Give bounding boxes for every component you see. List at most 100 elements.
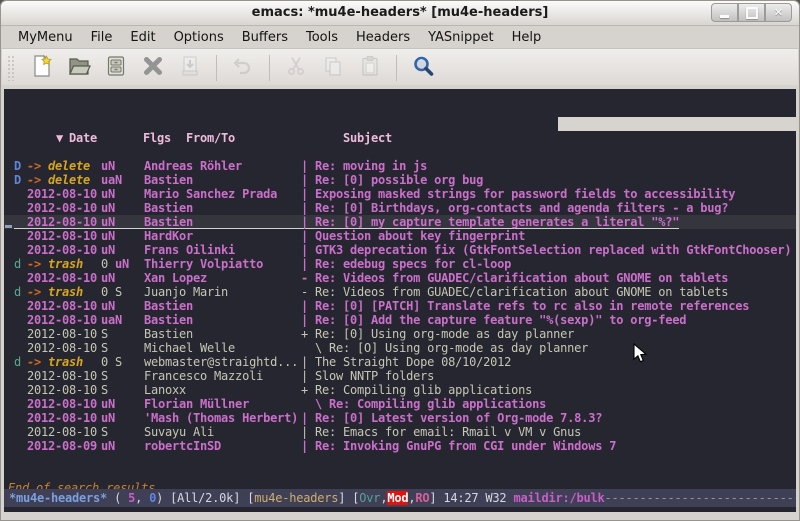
flags-value: uN <box>101 243 115 257</box>
from-column: Xan Lopez <box>144 271 301 285</box>
undo-button <box>230 55 256 81</box>
date-column: 2012-08-10 <box>27 383 101 397</box>
message-row[interactable]: D-> deleteuaNBastien| Re: [0] possible o… <box>4 173 796 187</box>
window-controls: ✕ <box>711 3 792 22</box>
message-row[interactable]: 2012-08-10SSuvayu Ali| Re: Emacs for ema… <box>4 425 796 439</box>
date-column: 2012-08-10 <box>27 229 101 243</box>
action-name: trash <box>48 257 83 271</box>
message-row-text: 2012-08-10uNBastien| Re: [0] [PATCH] Tra… <box>14 299 749 313</box>
subject-column: - Re: Videos from GUADEC/clarification a… <box>301 285 728 299</box>
message-row[interactable]: 2012-08-10uNMario Sanchez Prada| Exposin… <box>4 187 796 201</box>
message-row[interactable]: 2012-08-10uNHardKor| Question about key … <box>4 229 796 243</box>
close-button[interactable]: ✕ <box>765 3 792 22</box>
date-column: 2012-08-10 <box>27 397 101 411</box>
close-button[interactable] <box>140 55 166 81</box>
flags-value: uN <box>101 215 115 229</box>
message-row[interactable]: 2012-08-10SLanoxx+ Re: Compiling glib ap… <box>4 383 796 397</box>
message-row[interactable]: d-> trash0 SJuanjo Marin- Re: Videos fro… <box>4 285 796 299</box>
undo-icon <box>231 54 255 82</box>
menu-item-edit[interactable]: Edit <box>121 28 164 47</box>
message-row-text: 2012-08-10uNBastien| Re: [0] Birthdays, … <box>14 201 728 215</box>
column-header-subject[interactable]: Subject <box>343 131 392 145</box>
message-row[interactable]: d-> trash0 Swebmaster@straightd...| The … <box>4 355 796 369</box>
mark-flag: d <box>14 285 27 299</box>
flags-value: uN <box>101 411 115 425</box>
from-column: Francesco Mazzoli <box>144 369 301 383</box>
action-name: trash <box>48 285 83 299</box>
flags-column: 0 S <box>101 355 144 369</box>
menu-item-tools[interactable]: Tools <box>297 28 347 47</box>
toolbar-separator <box>269 55 270 81</box>
date-column: -> delete <box>27 159 101 173</box>
subject-column: | GTK3 deprecation fix (GtkFontSelection… <box>301 243 791 257</box>
new-file-icon <box>30 54 54 82</box>
minimize-button[interactable] <box>711 3 738 22</box>
from-column: Thierry Volpiatto <box>144 257 301 271</box>
flags-value: uN <box>101 159 115 173</box>
mark-flag: D <box>14 159 27 173</box>
message-row-text: D-> deleteuNAndreas Röhler| Re: moving i… <box>14 159 427 173</box>
message-row[interactable]: 2012-08-10SMichael Welle \ Re: [O] Using… <box>4 341 796 355</box>
message-row[interactable]: 2012-08-10uNFrans Oilinki| GTK3 deprecat… <box>4 243 796 257</box>
modeline-segment: maildir:/bulk <box>513 491 604 505</box>
date-column: 2012-08-10 <box>27 425 101 439</box>
message-row-text: 2012-08-10uNFlorian Müllner \ Re: Compil… <box>14 397 546 411</box>
subject-column: | Re: [0] my capture template generates … <box>301 215 679 229</box>
from-column: Juanjo Marin <box>144 285 301 299</box>
subject-column: | The Straight Dope 08/10/2012 <box>301 355 511 369</box>
flags-value: S <box>101 341 108 355</box>
new-file-button[interactable] <box>29 55 55 81</box>
from-column: Bastien <box>144 313 301 327</box>
date-column: 2012-08-10 <box>27 187 101 201</box>
column-header-flags[interactable]: Flgs <box>143 131 186 145</box>
flags-value: uN <box>101 299 115 313</box>
flags-value: uaN <box>101 173 122 187</box>
column-header-date[interactable]: Date <box>69 131 143 145</box>
flags-value: uN <box>101 397 115 411</box>
menu-item-headers[interactable]: Headers <box>347 28 419 47</box>
search-button[interactable] <box>410 55 436 81</box>
message-row[interactable]: d-> trash0 uNThierry Volpiatto| Re: edeb… <box>4 257 796 271</box>
message-row[interactable]: 2012-08-09uNrobertcInSD| Re: Invoking Gn… <box>4 439 796 453</box>
date-column: 2012-08-10 <box>27 271 101 285</box>
menu-item-buffers[interactable]: Buffers <box>233 28 297 47</box>
flags-value: uN <box>115 257 129 271</box>
message-row[interactable]: 2012-08-10uNBastien| Re: [0] my capture … <box>4 215 796 229</box>
modeline-segment: ] 14:27 W32 <box>429 491 513 505</box>
message-row[interactable]: 2012-08-10uaNBastien| Re: [0] Add the ca… <box>4 313 796 327</box>
subject-column: | Re: [0] Add the capture feature "%(sex… <box>301 313 686 327</box>
minimize-icon <box>720 15 729 18</box>
subject-column: \ Re: Compiling glib applications <box>301 397 546 411</box>
menu-item-file[interactable]: File <box>82 28 122 47</box>
message-row[interactable]: 2012-08-10uNBastien| Re: [0] Birthdays, … <box>4 201 796 215</box>
message-row[interactable]: 2012-08-10uNBastien| Re: [0] [PATCH] Tra… <box>4 299 796 313</box>
menu-item-help[interactable]: Help <box>503 28 551 47</box>
flags-value: S <box>101 327 108 341</box>
message-row-text: 2012-08-10SSuvayu Ali| Re: Emacs for ema… <box>14 425 581 439</box>
message-row[interactable]: 2012-08-10SBastien+ Re: [0] Using org-mo… <box>4 327 796 341</box>
maximize-button[interactable] <box>738 3 765 22</box>
paste-icon <box>358 54 382 82</box>
subject-column: | Re: moving in js <box>301 159 427 173</box>
message-row[interactable]: 2012-08-10uN'Mash (Thomas Herbert)| Re: … <box>4 411 796 425</box>
toolbar-separator <box>216 55 217 81</box>
flags-column: uN <box>101 187 144 201</box>
menu-item-options[interactable]: Options <box>165 28 233 47</box>
flags-value: uN <box>101 229 115 243</box>
flags-value: S <box>101 383 108 397</box>
import-button <box>177 55 203 81</box>
message-row[interactable]: 2012-08-10uNXan Lopez- Re: Videos from G… <box>4 271 796 285</box>
menu-item-yasnippet[interactable]: YASnippet <box>419 28 503 47</box>
from-column: webmaster@straightd... <box>144 355 301 369</box>
message-row-text: D-> deleteuaNBastien| Re: [0] possible o… <box>14 173 483 187</box>
message-row[interactable]: 2012-08-10uNFlorian Müllner \ Re: Compil… <box>4 397 796 411</box>
flags-column: uN <box>101 229 144 243</box>
open-folder-button[interactable] <box>66 55 92 81</box>
message-row[interactable]: D-> deleteuNAndreas Röhler| Re: moving i… <box>4 159 796 173</box>
column-header-from[interactable]: From/To <box>186 131 343 145</box>
modeline-segment: ---------------------------- <box>605 491 797 505</box>
menu-item-mymenu[interactable]: MyMenu <box>9 28 82 47</box>
message-row[interactable]: 2012-08-10SFrancesco Mazzoli| Slow NNTP … <box>4 369 796 383</box>
save-button[interactable] <box>103 55 129 81</box>
action-arrow: -> <box>27 173 41 187</box>
